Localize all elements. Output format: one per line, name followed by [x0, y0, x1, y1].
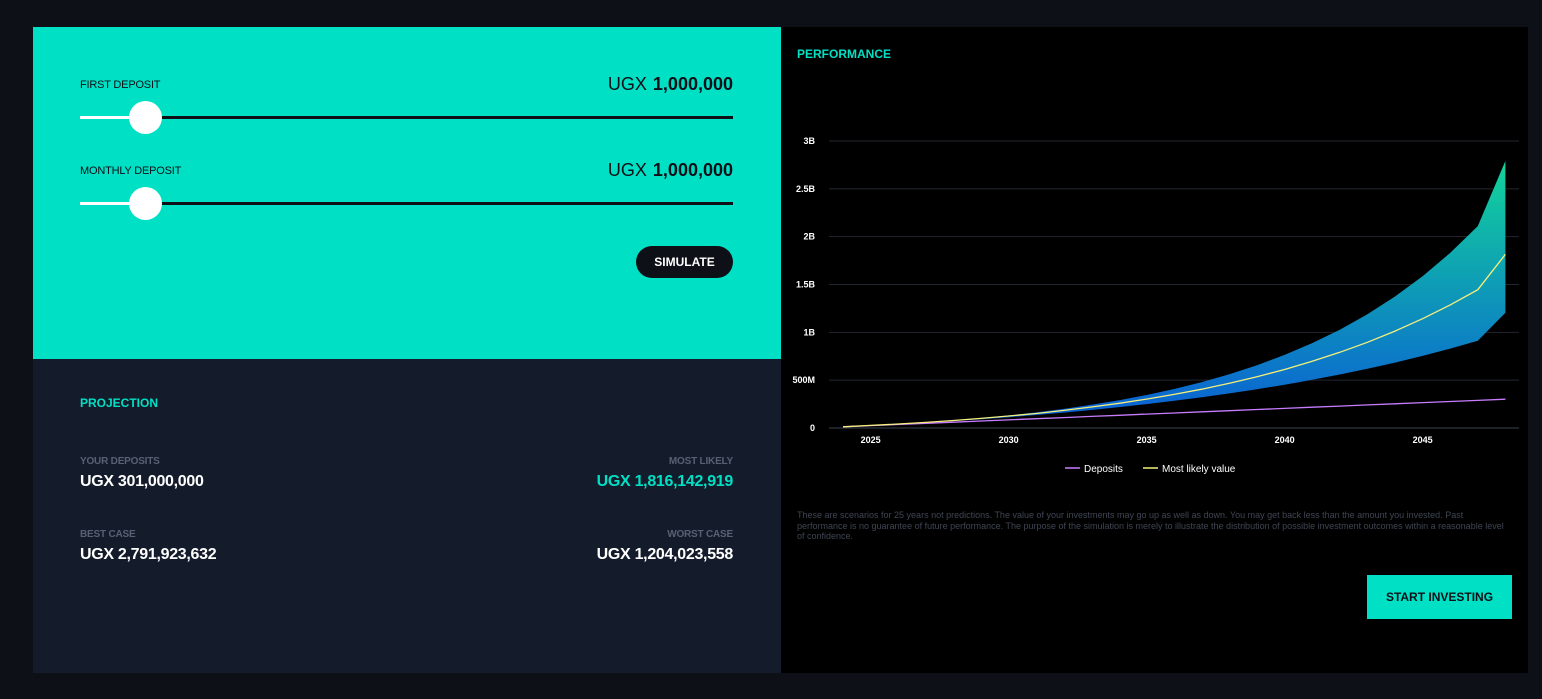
y-tick-label: 2B — [803, 232, 815, 242]
y-tick-label: 500M — [792, 375, 815, 385]
most-likely-value: UGX 1,816,142,919 — [596, 473, 734, 490]
your-deposits-value: UGX 301,000,000 — [80, 473, 204, 490]
deposit-inputs: FIRST DEPOSIT UGX 1,000,000 MONTHLY DEPOS… — [33, 27, 781, 359]
x-tick-label: 2035 — [1137, 435, 1157, 445]
monthly-deposit-amount: 1,000,000 — [652, 160, 733, 180]
x-tick-label: 2045 — [1413, 435, 1433, 445]
confidence-band — [843, 160, 1506, 427]
monthly-deposit-slider-handle[interactable] — [129, 187, 163, 220]
first-deposit-value: UGX 1,000,000 — [608, 74, 733, 95]
simulate-button[interactable]: SIMULATE — [636, 246, 733, 278]
monthly-deposit-slider[interactable] — [80, 187, 733, 220]
first-deposit-label: FIRST DEPOSIT — [80, 79, 161, 91]
y-tick-label: 0 — [810, 423, 815, 433]
x-tick-label: 2030 — [999, 435, 1019, 445]
start-investing-button[interactable]: START INVESTING — [1367, 575, 1512, 619]
monthly-deposit-value: UGX 1,000,000 — [608, 160, 733, 181]
y-tick-label: 1B — [803, 327, 815, 337]
best-case-value: UGX 2,791,923,632 — [80, 546, 217, 563]
your-deposits-label: YOUR DEPOSITS — [80, 456, 160, 467]
legend-label: Most likely value — [1162, 464, 1236, 475]
monthly-deposit-label: MONTHLY DEPOSIT — [80, 165, 182, 177]
performance-panel: PERFORMANCE 0 500M 1B 1.5B 2B 2.5B 3B 2025 2030 2… — [781, 27, 1528, 673]
disclaimer-text: These are scenarios for 25 years not pre… — [797, 510, 1504, 541]
first-deposit-slider[interactable] — [80, 101, 733, 134]
series-line — [842, 398, 1506, 428]
first-deposit-slider-handle[interactable] — [129, 101, 163, 134]
x-tick-label: 2025 — [861, 435, 881, 445]
y-tick-label: 1.5B — [796, 280, 816, 290]
y-tick-label: 2.5B — [796, 184, 816, 194]
worst-case-label: WORST CASE — [667, 529, 733, 540]
first-deposit-currency: UGX — [607, 74, 647, 94]
projection-title: PROJECTION — [80, 396, 159, 410]
most-likely-label: MOST LIKELY — [668, 456, 733, 467]
legend-label: Deposits — [1084, 464, 1123, 475]
first-deposit-amount: 1,000,000 — [652, 74, 733, 94]
monthly-deposit-currency: UGX — [607, 160, 647, 180]
best-case-label: BEST CASE — [80, 529, 136, 540]
simulator-panel: FIRST DEPOSIT UGX 1,000,000 MONTHLY DEPOS… — [33, 27, 781, 673]
worst-case-value: UGX 1,204,023,558 — [596, 546, 734, 563]
y-tick-label: 3B — [803, 136, 815, 146]
performance-chart: 0 500M 1B 1.5B 2B 2.5B 3B 2025 2030 2035 2040 2045 D… — [792, 136, 1519, 475]
x-tick-label: 2040 — [1275, 435, 1295, 445]
projection-panel: PROJECTION YOUR DEPOSITS UGX 301,000,000… — [33, 359, 781, 673]
